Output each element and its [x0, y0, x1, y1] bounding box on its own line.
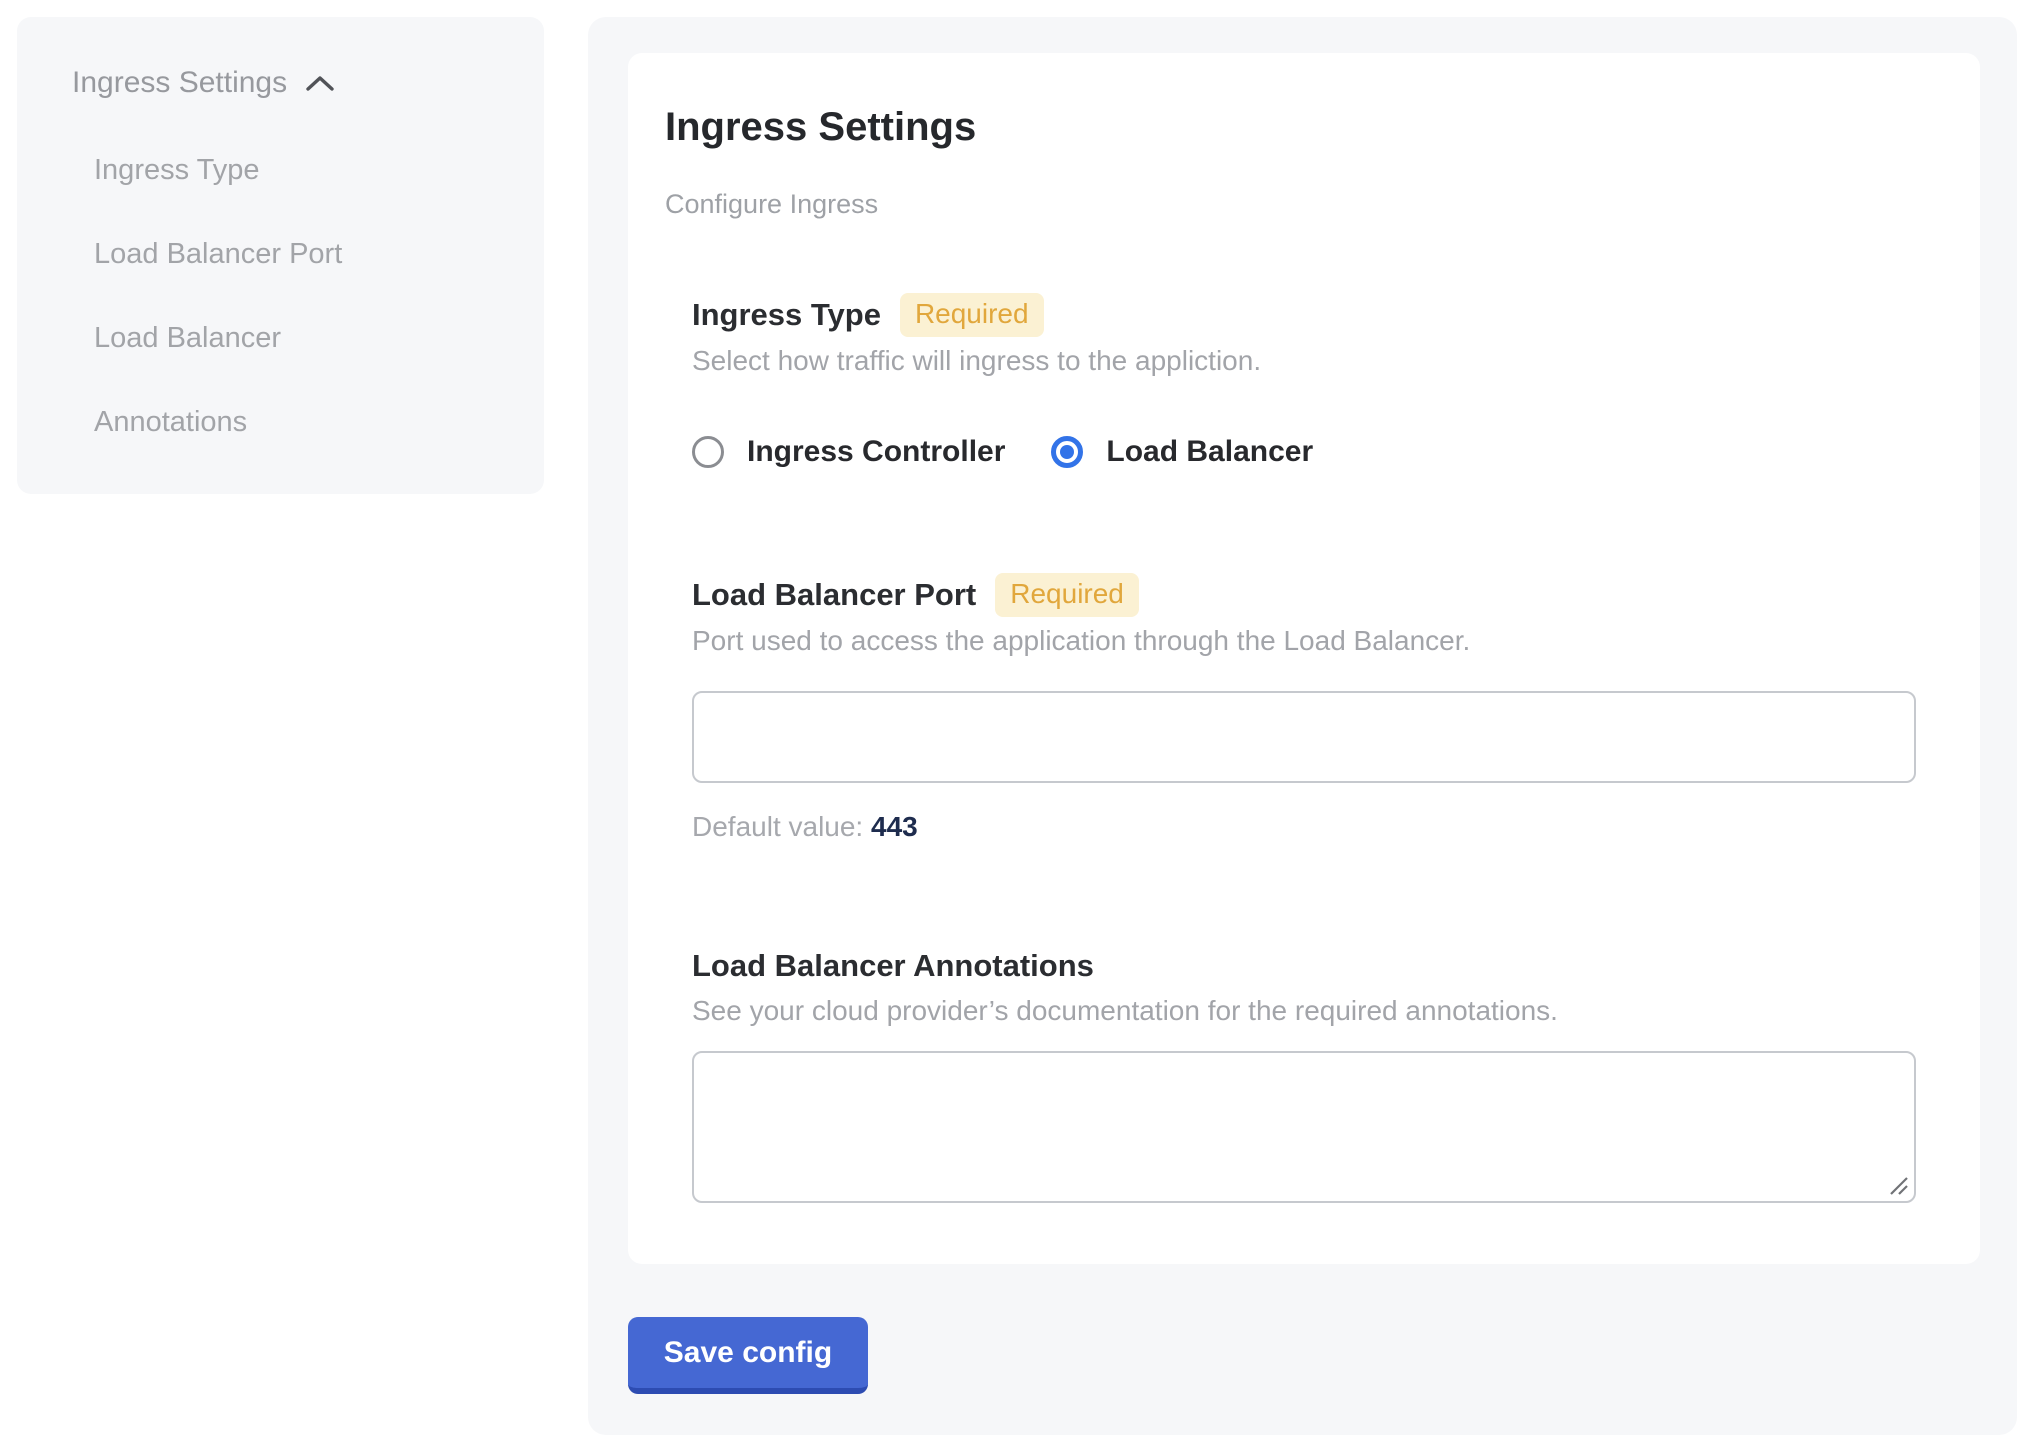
default-value-row: Default value: 443: [692, 809, 1916, 845]
sidebar-item-load-balancer-annotations[interactable]: Load Balancer Annotations: [94, 296, 424, 464]
section-load-balancer-port-head: Load Balancer Port Required: [692, 573, 1916, 617]
required-badge: Required: [995, 573, 1139, 617]
sidebar-group-label: Ingress Settings: [72, 65, 287, 101]
page-title: Ingress Settings: [665, 103, 1916, 151]
load-balancer-annotations-textarea[interactable]: [692, 1051, 1916, 1203]
settings-sidebar: Ingress Settings Ingress Type Load Balan…: [17, 17, 544, 494]
ingress-type-radio-group: Ingress Controller Load Balancer: [692, 435, 1916, 469]
annotations-textarea-wrap: [692, 1051, 1916, 1203]
ingress-type-description: Select how traffic will ingress to the a…: [692, 343, 1916, 379]
radio-label-load-balancer: Load Balancer: [1106, 435, 1313, 469]
load-balancer-annotations-description: See your cloud provider’s documentation …: [692, 993, 1916, 1029]
section-ingress-type-head: Ingress Type Required: [692, 293, 1916, 337]
radio-dot: [1060, 445, 1074, 459]
load-balancer-port-description: Port used to access the application thro…: [692, 623, 1916, 659]
radio-unselected-icon[interactable]: [692, 436, 724, 468]
required-badge: Required: [900, 293, 1044, 337]
default-value: 443: [871, 811, 918, 842]
resize-handle-icon[interactable]: [1887, 1174, 1909, 1196]
load-balancer-port-label: Load Balancer Port: [692, 574, 976, 616]
card-header: Ingress Settings Configure Ingress: [665, 103, 1916, 221]
radio-label-ingress-controller: Ingress Controller: [747, 435, 1005, 469]
ingress-type-label: Ingress Type: [692, 294, 881, 336]
sidebar-item-list: Ingress Type Load Balancer Port Load Bal…: [72, 128, 424, 464]
page-subtitle: Configure Ingress: [665, 187, 1916, 221]
chevron-up-icon: [305, 74, 335, 92]
section-load-balancer-port: Load Balancer Port Required Port used to…: [692, 573, 1916, 845]
load-balancer-port-input[interactable]: [692, 691, 1916, 783]
ingress-settings-card: Ingress Settings Configure Ingress Ingre…: [628, 53, 1980, 1264]
sidebar-item-load-balancer-port[interactable]: Load Balancer Port: [94, 212, 424, 296]
sidebar-item-ingress-type[interactable]: Ingress Type: [94, 128, 424, 212]
section-load-balancer-annotations: Load Balancer Annotations See your cloud…: [692, 945, 1916, 1203]
save-config-button[interactable]: Save config: [628, 1317, 868, 1394]
section-ingress-type: Ingress Type Required Select how traffic…: [692, 293, 1916, 469]
radio-option-load-balancer[interactable]: Load Balancer: [1051, 435, 1313, 469]
load-balancer-annotations-label: Load Balancer Annotations: [692, 945, 1094, 987]
ingress-settings-panel: Ingress Settings Configure Ingress Ingre…: [588, 17, 2017, 1435]
radio-selected-icon[interactable]: [1051, 436, 1083, 468]
radio-option-ingress-controller[interactable]: Ingress Controller: [692, 435, 1005, 469]
sidebar-group-ingress-settings[interactable]: Ingress Settings: [72, 65, 514, 101]
default-value-label: Default value:: [692, 811, 863, 842]
section-load-balancer-annotations-head: Load Balancer Annotations: [692, 945, 1916, 987]
